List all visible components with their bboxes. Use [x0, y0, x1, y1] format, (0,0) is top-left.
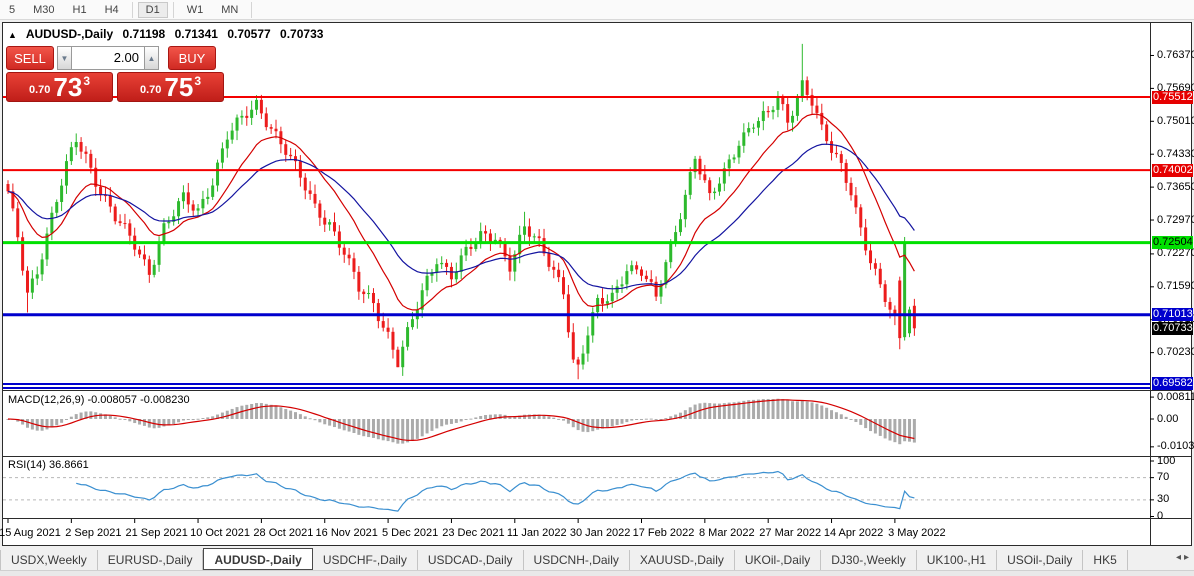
- chart-tab-xauusd-daily[interactable]: XAUUSD-,Daily: [630, 550, 735, 570]
- chart-tab-usdx-weekly[interactable]: USDX,Weekly: [0, 550, 98, 570]
- sell-button[interactable]: SELL: [6, 46, 54, 70]
- price-tick-0.71590: 0.71590: [1157, 280, 1194, 292]
- tab-scroll-right-icon[interactable]: ▸: [1184, 552, 1192, 563]
- bid-price-pip: 3: [83, 74, 90, 88]
- price-badge-0.69582: 0.69582: [1152, 377, 1193, 390]
- price-badge-0.75512: 0.75512: [1152, 91, 1193, 104]
- price-badge-0.74002: 0.74002: [1152, 164, 1193, 177]
- price-tick-0.76370: 0.76370: [1157, 49, 1194, 61]
- macd-tick-0.00: 0.00: [1157, 413, 1178, 425]
- price-tick-0.72270: 0.72270: [1157, 247, 1194, 259]
- chart-tab-eurusd-daily[interactable]: EURUSD-,Daily: [98, 550, 204, 570]
- macd-tick-0.00811: 0.00811: [1157, 391, 1194, 403]
- date-label-130: 17 Feb 2022: [633, 527, 695, 539]
- chart-symbol-title: AUDUSD-,Daily: [26, 27, 113, 41]
- one-click-trading-panel: SELL ▼ 2.00 ▲ BUY 0.70 73 3 0.70 75 3: [6, 46, 224, 104]
- bid-price-box[interactable]: 0.70 73 3: [6, 72, 113, 102]
- chart-tab-dj30-weekly[interactable]: DJ30-,Weekly: [821, 550, 916, 570]
- chart-tab-hk5[interactable]: HK5: [1083, 550, 1127, 570]
- chart-tab-usdcnh-daily[interactable]: USDCNH-,Daily: [524, 550, 630, 570]
- rsi-indicator-label: RSI(14) 36.8661: [8, 459, 89, 471]
- price-tick-0.75010: 0.75010: [1157, 115, 1194, 127]
- price-tick-0.73650: 0.73650: [1157, 181, 1194, 193]
- rsi-tick-100: 100: [1157, 455, 1175, 467]
- bid-price-prefix: 0.70: [29, 84, 50, 96]
- price-badge-0.70733: 0.70733: [1152, 322, 1193, 335]
- timeframe-button-H4[interactable]: H4: [97, 2, 127, 18]
- price-tick-0.70230: 0.70230: [1157, 346, 1194, 358]
- macd-indicator-label: MACD(12,26,9) -0.008057 -0.008230: [8, 394, 190, 406]
- timeframe-button-5[interactable]: 5: [1, 2, 23, 18]
- window-bottom-strip: [0, 570, 1194, 576]
- price-tick-0.72970: 0.72970: [1157, 214, 1194, 226]
- date-label-0: 15 Aug 2021: [0, 527, 61, 539]
- chart-tab-audusd-daily[interactable]: AUDUSD-,Daily: [203, 548, 312, 570]
- tab-scroll-arrows[interactable]: ◂▸: [1176, 552, 1192, 563]
- ask-price-prefix: 0.70: [140, 84, 161, 96]
- ask-price-box[interactable]: 0.70 75 3: [117, 72, 224, 102]
- date-label-91: 23 Dec 2021: [442, 527, 504, 539]
- date-label-13: 2 Sep 2021: [65, 527, 121, 539]
- timeframe-button-W1[interactable]: W1: [179, 2, 212, 18]
- chart-tab-usoil-daily[interactable]: USOil-,Daily: [997, 550, 1083, 570]
- chart-tab-usdchf-daily[interactable]: USDCHF-,Daily: [313, 550, 418, 570]
- ohlc-low: 0.70577: [227, 27, 270, 41]
- date-label-117: 30 Jan 2022: [570, 527, 631, 539]
- bid-price-main: 73: [53, 75, 82, 99]
- timeframe-button-H1[interactable]: H1: [65, 2, 95, 18]
- volume-input[interactable]: 2.00: [72, 46, 144, 70]
- ohlc-close: 0.70733: [280, 27, 323, 41]
- tab-scroll-left-icon[interactable]: ◂: [1176, 552, 1184, 563]
- rsi-tick-70: 70: [1157, 471, 1169, 483]
- date-label-52: 28 Oct 2021: [253, 527, 313, 539]
- volume-increase-button[interactable]: ▲: [144, 46, 159, 70]
- date-label-169: 14 Apr 2022: [824, 527, 883, 539]
- date-label-182: 3 May 2022: [888, 527, 945, 539]
- ohlc-high: 0.71341: [175, 27, 218, 41]
- mt4-terminal: 5M30H1H4 D1 W1MN ▲ AUDUSD-,Daily 0.71198 0…: [0, 0, 1194, 576]
- ohlc-open: 0.71198: [123, 27, 166, 41]
- macd-tick--0.010311: -0.010311: [1157, 440, 1194, 452]
- date-label-39: 10 Oct 2021: [190, 527, 250, 539]
- chart-tab-bar: USDX,WeeklyEURUSD-,DailyAUDUSD-,DailyUSD…: [0, 548, 1194, 570]
- timeframe-toolbar: 5M30H1H4 D1 W1MN: [0, 0, 1194, 20]
- buy-button[interactable]: BUY: [168, 46, 216, 70]
- ask-price-main: 75: [164, 75, 193, 99]
- timeframe-button-MN[interactable]: MN: [213, 2, 246, 18]
- date-label-78: 5 Dec 2021: [382, 527, 438, 539]
- chart-header: ▲ AUDUSD-,Daily 0.71198 0.71341 0.70577 …: [8, 27, 329, 41]
- price-badge-0.71013: 0.71013: [1152, 308, 1193, 321]
- date-label-104: 11 Jan 2022: [507, 527, 567, 539]
- timeframe-button-D1[interactable]: D1: [138, 2, 168, 18]
- date-label-26: 21 Sep 2021: [125, 527, 187, 539]
- price-badge-0.72504: 0.72504: [1152, 236, 1193, 249]
- date-label-156: 27 Mar 2022: [759, 527, 821, 539]
- rsi-tick-30: 30: [1157, 493, 1169, 505]
- chart-tab-uk100-h1[interactable]: UK100-,H1: [917, 550, 997, 570]
- date-label-65: 16 Nov 2021: [316, 527, 378, 539]
- rsi-tick-0: 0: [1157, 510, 1163, 522]
- collapse-arrow-icon[interactable]: ▲: [8, 30, 17, 40]
- chart-tab-usdcad-daily[interactable]: USDCAD-,Daily: [418, 550, 524, 570]
- volume-decrease-button[interactable]: ▼: [57, 46, 72, 70]
- date-label-143: 8 Mar 2022: [699, 527, 755, 539]
- timeframe-button-M30[interactable]: M30: [25, 2, 62, 18]
- ask-price-pip: 3: [194, 74, 201, 88]
- price-tick-0.74330: 0.74330: [1157, 148, 1194, 160]
- chart-tab-ukoil-daily[interactable]: UKOil-,Daily: [735, 550, 821, 570]
